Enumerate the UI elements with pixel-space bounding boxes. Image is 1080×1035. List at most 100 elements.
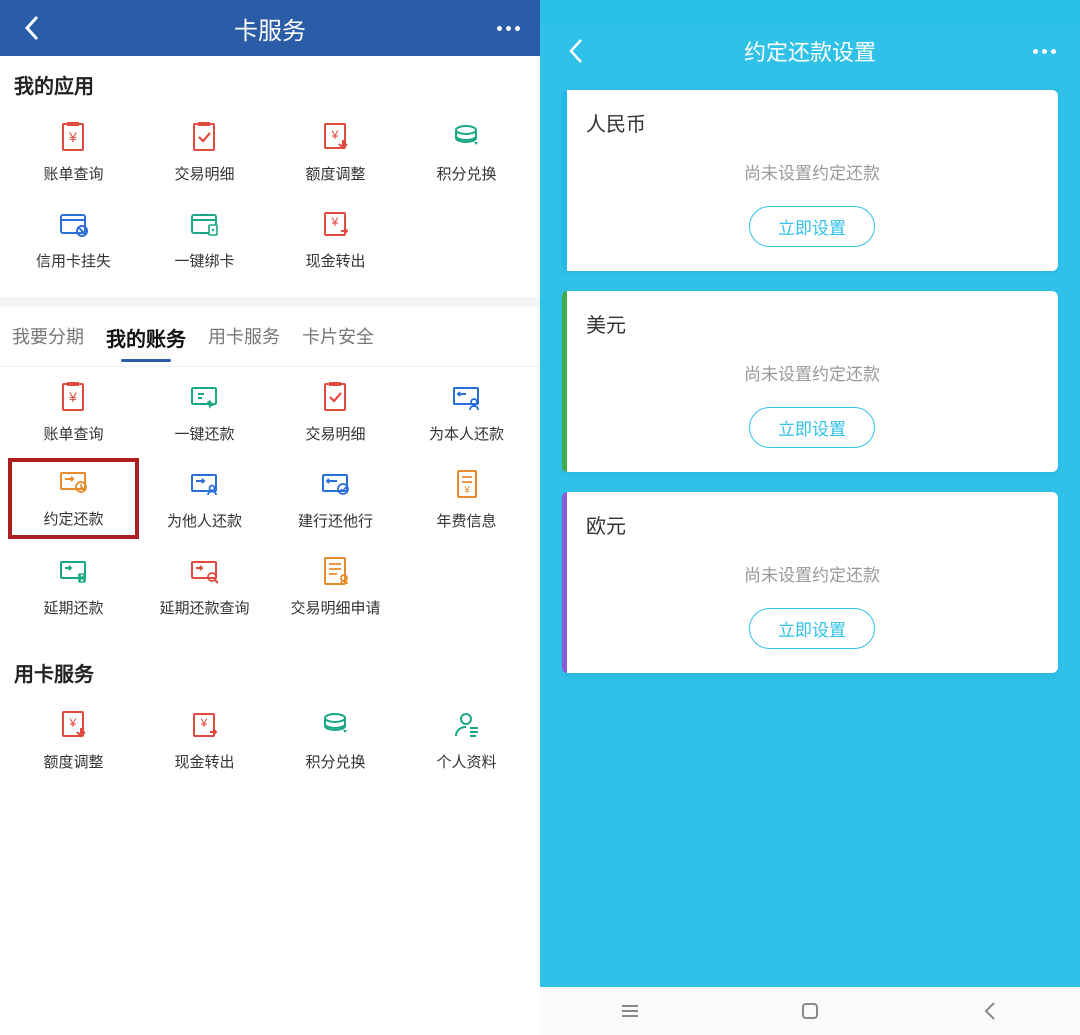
setup-button[interactable]: 立即设置 <box>749 608 875 649</box>
status-message: 尚未设置约定还款 <box>586 561 1038 586</box>
more-icon[interactable] <box>1028 49 1060 54</box>
tab[interactable]: 我要分期 <box>10 317 86 362</box>
nav-back-icon[interactable] <box>978 999 1002 1023</box>
more-icon[interactable] <box>492 26 524 31</box>
limit-icon <box>52 707 96 743</box>
check-doc-icon <box>183 119 227 155</box>
app-tile[interactable]: 账单查询 <box>8 111 139 192</box>
tile-label: 一键绑卡 <box>174 250 234 271</box>
app-tile[interactable]: 延期还款查询 <box>139 545 270 626</box>
defer-q-icon <box>183 553 227 589</box>
app-tile[interactable]: 约定还款 <box>8 458 139 539</box>
tile-label: 交易明细 <box>305 423 365 444</box>
cash-out-icon <box>183 707 227 743</box>
fee-icon <box>445 466 489 502</box>
back-icon[interactable] <box>560 38 592 64</box>
bill-icon <box>52 379 96 415</box>
repay-other-icon <box>183 466 227 502</box>
tile-label: 现金转出 <box>305 250 365 271</box>
tile-label: 账单查询 <box>43 163 103 184</box>
tile-label: 建行还他行 <box>298 510 373 531</box>
app-tile[interactable]: 为本人还款 <box>401 371 532 452</box>
setup-button[interactable]: 立即设置 <box>749 206 875 247</box>
card-lost-icon <box>52 206 96 242</box>
app-tile[interactable]: 积分兑换 <box>270 699 401 780</box>
detail-apply-icon <box>314 553 358 589</box>
check-doc-icon <box>314 379 358 415</box>
repayment-setup-screen: 约定还款设置 人民币尚未设置约定还款立即设置美元尚未设置约定还款立即设置欧元尚未… <box>540 0 1080 1035</box>
status-message: 尚未设置约定还款 <box>586 159 1038 184</box>
app-tile[interactable]: 现金转出 <box>139 699 270 780</box>
currency-card: 美元尚未设置约定还款立即设置 <box>562 291 1058 472</box>
accounts-grid: 账单查询 一键还款交易明细 为本人还款约定还款 为他人还款 建行还他行 年费信息延期还款 延… <box>0 367 540 644</box>
separator <box>0 297 540 307</box>
right-header: 约定还款设置 <box>540 24 1080 78</box>
services-grid: 额度调整 现金转出 积分兑换 个人资料 <box>0 695 540 798</box>
app-tile[interactable]: 延期还款 <box>8 545 139 626</box>
app-tile[interactable]: 现金转出 <box>270 198 401 279</box>
tile-label: 交易明细申请 <box>290 597 380 618</box>
tile-label: 现金转出 <box>174 751 234 772</box>
app-tile[interactable]: 账单查询 <box>8 371 139 452</box>
tab[interactable]: 用卡服务 <box>206 317 282 362</box>
app-tile[interactable]: 额度调整 <box>8 699 139 780</box>
app-tile[interactable]: 额度调整 <box>270 111 401 192</box>
card-bind-icon <box>183 206 227 242</box>
app-tile[interactable]: 交易明细 <box>139 111 270 192</box>
tile-label: 额度调整 <box>43 751 103 772</box>
limit-icon <box>314 119 358 155</box>
status-message: 尚未设置约定还款 <box>586 360 1038 385</box>
app-tile[interactable]: 为他人还款 <box>139 458 270 539</box>
tile-label: 信用卡挂失 <box>36 250 111 271</box>
profile-icon <box>445 707 489 743</box>
app-tile[interactable]: 一键还款 <box>139 371 270 452</box>
status-bar <box>540 0 1080 24</box>
bill-icon <box>52 119 96 155</box>
coins-icon <box>314 707 358 743</box>
currency-cards: 人民币尚未设置约定还款立即设置美元尚未设置约定还款立即设置欧元尚未设置约定还款立… <box>540 78 1080 987</box>
back-icon[interactable] <box>16 14 48 42</box>
tile-label: 为本人还款 <box>429 423 504 444</box>
setup-button[interactable]: 立即设置 <box>749 407 875 448</box>
cash-out-icon <box>314 206 358 242</box>
tile-label: 年费信息 <box>436 510 496 531</box>
currency-label: 人民币 <box>586 108 1038 137</box>
currency-card: 人民币尚未设置约定还款立即设置 <box>562 90 1058 271</box>
app-tile[interactable]: 交易明细 <box>270 371 401 452</box>
tile-label: 积分兑换 <box>305 751 365 772</box>
home-icon[interactable] <box>798 999 822 1023</box>
tile-label: 额度调整 <box>305 163 365 184</box>
repay-self-icon <box>445 379 489 415</box>
my-apps-grid: 账单查询 交易明细 额度调整 积分兑换信用卡挂失 一键绑卡 现金转出 <box>0 107 540 297</box>
my-apps-title: 我的应用 <box>0 56 540 107</box>
currency-label: 美元 <box>586 309 1038 338</box>
tile-label: 积分兑换 <box>436 163 496 184</box>
tile-label: 为他人还款 <box>167 510 242 531</box>
currency-label: 欧元 <box>586 510 1038 539</box>
currency-card: 欧元尚未设置约定还款立即设置 <box>562 492 1058 673</box>
card-service-screen: 卡服务 我的应用 账单查询交易明细额度调整积分兑换信用卡挂失一键绑卡现金转出 我… <box>0 0 540 1035</box>
tile-label: 账单查询 <box>43 423 103 444</box>
tile-label: 延期还款 <box>43 597 103 618</box>
app-tile[interactable]: 积分兑换 <box>401 111 532 192</box>
app-tile[interactable]: 交易明细申请 <box>270 545 401 626</box>
android-navbar <box>540 987 1080 1035</box>
app-tile[interactable]: 一键绑卡 <box>139 198 270 279</box>
app-tile[interactable]: 建行还他行 <box>270 458 401 539</box>
page-title: 卡服务 <box>48 11 492 46</box>
recent-apps-icon[interactable] <box>618 999 642 1023</box>
repay-bank-icon <box>314 466 358 502</box>
app-tile[interactable]: 个人资料 <box>401 699 532 780</box>
tile-label: 交易明细 <box>174 163 234 184</box>
app-tile[interactable]: 信用卡挂失 <box>8 198 139 279</box>
tabs: 我要分期我的账务用卡服务卡片安全 <box>0 307 540 367</box>
tab[interactable]: 我的账务 <box>104 317 188 362</box>
left-header: 卡服务 <box>0 0 540 56</box>
repay-sched-icon <box>52 464 96 500</box>
app-tile[interactable]: 年费信息 <box>401 458 532 539</box>
defer-icon <box>52 553 96 589</box>
tile-label: 个人资料 <box>436 751 496 772</box>
tile-label: 约定还款 <box>43 508 103 529</box>
tab[interactable]: 卡片安全 <box>300 317 376 362</box>
page-title: 约定还款设置 <box>592 35 1028 67</box>
